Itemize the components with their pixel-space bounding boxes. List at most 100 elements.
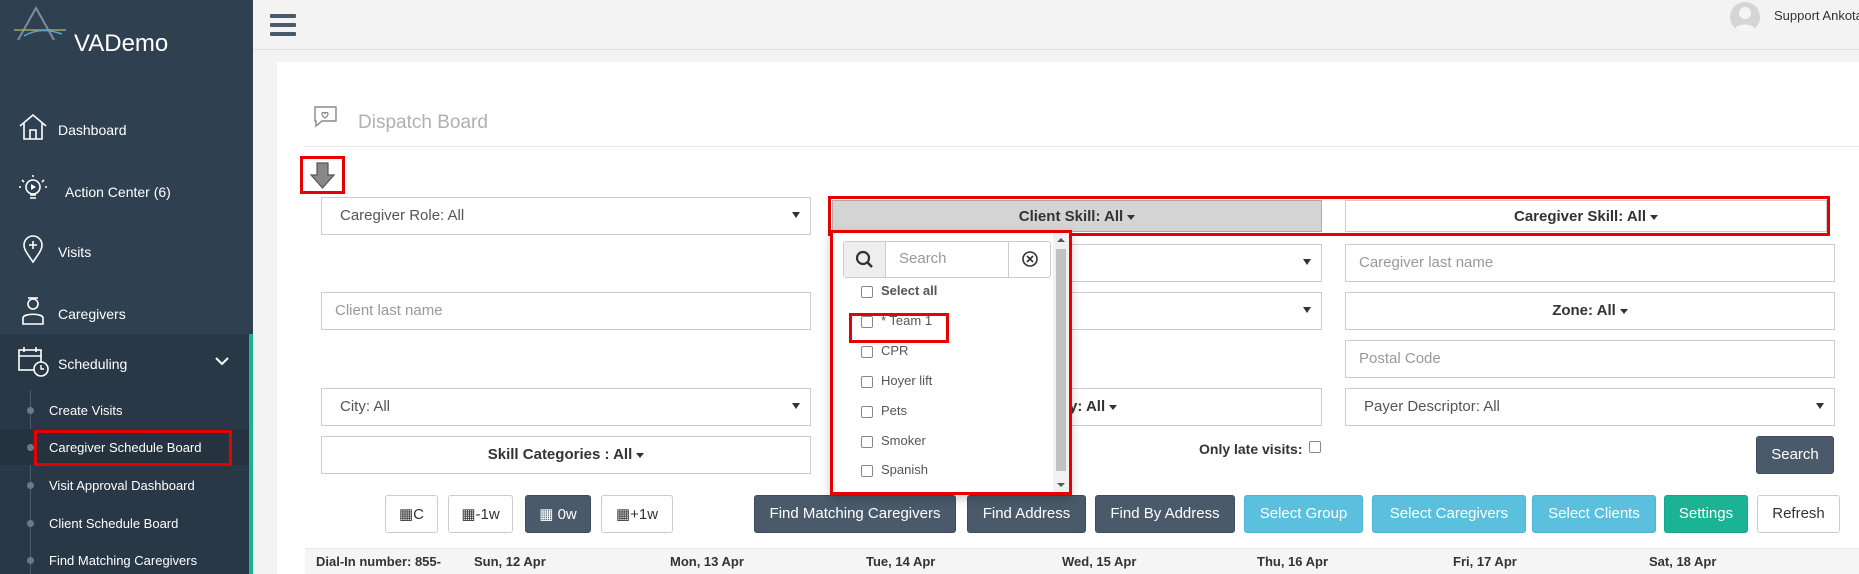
prev-week-button[interactable]: ▦-1w bbox=[448, 495, 513, 533]
select-group-button[interactable]: Select Group bbox=[1244, 495, 1363, 533]
button-label: +1w bbox=[630, 506, 659, 523]
select-clients-button[interactable]: Select Clients bbox=[1532, 495, 1656, 533]
calendar-header: Thu, 16 Apr bbox=[1257, 554, 1329, 569]
partial-dropdown[interactable]: y: All bbox=[1068, 388, 1322, 426]
sidebar-item-caregivers[interactable]: Caregivers bbox=[0, 284, 253, 340]
calendar-icon: ▦ bbox=[539, 506, 558, 523]
button-label: Select Group bbox=[1259, 505, 1348, 522]
sidebar-subitem-find-matching-caregivers[interactable]: Find Matching Caregivers bbox=[0, 542, 249, 574]
caret-down-icon bbox=[636, 452, 645, 458]
button-label: C bbox=[413, 506, 425, 523]
caregiver-role-select[interactable]: Caregiver Role: All bbox=[321, 197, 811, 235]
only-late-visits-checkbox[interactable] bbox=[1309, 441, 1321, 453]
chat-heart-icon bbox=[314, 106, 337, 128]
sidebar-item-label: Action Center (6) bbox=[65, 184, 171, 200]
search-icon bbox=[844, 242, 886, 277]
select-value: Caregiver Role: All bbox=[340, 207, 465, 224]
postal-code-input[interactable]: Postal Code bbox=[1345, 340, 1835, 378]
app-name: VADemo bbox=[74, 30, 169, 57]
hamburger-menu-icon[interactable] bbox=[270, 14, 296, 36]
find-address-button[interactable]: Find Address bbox=[967, 495, 1086, 533]
scrollbar-thumb[interactable] bbox=[1056, 249, 1066, 471]
option-select-all[interactable]: Select all bbox=[833, 278, 1057, 304]
dropdown-search[interactable]: Search bbox=[843, 241, 1051, 278]
option-smoker[interactable]: Smoker bbox=[833, 428, 1057, 454]
option-checkbox[interactable] bbox=[861, 346, 873, 358]
page-title: Dispatch Board bbox=[358, 112, 488, 133]
calendar-clock-icon bbox=[18, 347, 49, 377]
avatar[interactable] bbox=[1730, 2, 1760, 32]
sidebar-subitem-label: Create Visits bbox=[49, 403, 123, 418]
option-hoyer-lift[interactable]: Hoyer lift bbox=[833, 368, 1057, 394]
user-icon bbox=[1734, 7, 1756, 32]
search-input[interactable]: Search bbox=[899, 250, 947, 267]
sidebar-item-label: Dashboard bbox=[58, 122, 127, 138]
button-label: 0w bbox=[557, 506, 577, 523]
next-week-button[interactable]: ▦+1w bbox=[601, 495, 673, 533]
find-matching-caregivers-button[interactable]: Find Matching Caregivers bbox=[754, 495, 956, 533]
current-week-button[interactable]: ▦C bbox=[385, 495, 438, 533]
calendar-icon: ▦ bbox=[398, 506, 414, 523]
hidden-select-1[interactable] bbox=[1068, 244, 1322, 282]
caret-down-icon bbox=[1619, 308, 1628, 314]
dropdown-scrollbar[interactable] bbox=[1053, 233, 1069, 492]
sidebar-subitem-label: Client Schedule Board bbox=[49, 516, 179, 531]
caret-down-icon bbox=[792, 403, 800, 409]
calendar-header: Tue, 14 Apr bbox=[866, 554, 936, 569]
button-label: Settings bbox=[1678, 505, 1734, 522]
sidebar-subitem-create-visits[interactable]: Create Visits bbox=[0, 392, 249, 428]
button-label: Find Matching Caregivers bbox=[769, 505, 941, 522]
calendar-header: Wed, 15 Apr bbox=[1062, 554, 1137, 569]
option-checkbox[interactable] bbox=[861, 376, 873, 388]
calendar-header: Sat, 18 Apr bbox=[1649, 554, 1717, 569]
scroll-down-icon[interactable] bbox=[1053, 478, 1069, 492]
option-checkbox[interactable] bbox=[861, 286, 873, 298]
bullet-icon bbox=[27, 557, 34, 564]
refresh-button[interactable]: Refresh bbox=[1757, 495, 1840, 533]
scroll-up-icon[interactable] bbox=[1053, 233, 1069, 247]
brand[interactable]: VADemo bbox=[14, 6, 234, 57]
button-label: Refresh bbox=[1772, 505, 1825, 522]
dropdown-label: Zone: All bbox=[1552, 302, 1616, 319]
skill-categories-dropdown[interactable]: Skill Categories : All bbox=[321, 436, 811, 474]
only-late-visits-label: Only late visits: bbox=[1199, 441, 1303, 457]
option-spanish[interactable]: Spanish bbox=[833, 457, 1057, 483]
calendar-header: Dial-In number: 855- bbox=[316, 554, 441, 569]
option-cpr[interactable]: CPR bbox=[833, 338, 1057, 364]
user-name[interactable]: Support Ankota bbox=[1774, 8, 1859, 23]
settings-button[interactable]: Settings bbox=[1664, 495, 1748, 533]
option-checkbox[interactable] bbox=[861, 406, 873, 418]
find-by-address-button[interactable]: Find By Address bbox=[1095, 495, 1235, 533]
option-label: Spanish bbox=[881, 462, 928, 477]
city-select[interactable]: City: All bbox=[321, 388, 811, 426]
search-button[interactable]: Search bbox=[1756, 436, 1834, 474]
caregiver-icon bbox=[22, 297, 44, 325]
this-week-button[interactable]: ▦ 0w bbox=[525, 495, 591, 533]
option-pets[interactable]: Pets bbox=[833, 398, 1057, 424]
collapse-filters-button[interactable] bbox=[300, 156, 345, 194]
client-last-name-input[interactable]: Client last name bbox=[321, 292, 811, 330]
sidebar-item-scheduling[interactable]: Scheduling bbox=[0, 334, 253, 390]
sidebar-item-action-center[interactable]: Action Center (6) bbox=[0, 162, 253, 218]
zone-dropdown[interactable]: Zone: All bbox=[1345, 292, 1835, 330]
client-skill-menu: Search Select all * Team 1 CPR Hoyer lif… bbox=[830, 230, 1072, 495]
clear-search-icon[interactable] bbox=[1008, 242, 1050, 277]
caregiver-last-name-input[interactable]: Caregiver last name bbox=[1345, 244, 1835, 282]
sidebar-item-dashboard[interactable]: Dashboard bbox=[0, 100, 253, 156]
button-label: Search bbox=[1771, 446, 1819, 463]
caret-down-icon bbox=[1816, 403, 1824, 409]
chevron-down-icon[interactable] bbox=[215, 354, 229, 368]
option-label: CPR bbox=[881, 343, 909, 358]
logo-icon bbox=[14, 6, 66, 41]
hidden-select-2[interactable] bbox=[1068, 292, 1322, 330]
select-caregivers-button[interactable]: Select Caregivers bbox=[1372, 495, 1526, 533]
bullet-icon bbox=[27, 407, 34, 414]
payer-descriptor-select[interactable]: Payer Descriptor: All bbox=[1345, 388, 1835, 426]
sidebar-item-visits[interactable]: Visits bbox=[0, 222, 253, 278]
option-checkbox[interactable] bbox=[861, 465, 873, 477]
option-label: Pets bbox=[881, 403, 908, 418]
option-checkbox[interactable] bbox=[861, 436, 873, 448]
sidebar-subitem-client-schedule-board[interactable]: Client Schedule Board bbox=[0, 505, 249, 541]
button-label: -1w bbox=[475, 506, 500, 523]
sidebar-subitem-visit-approval-dashboard[interactable]: Visit Approval Dashboard bbox=[0, 467, 249, 503]
